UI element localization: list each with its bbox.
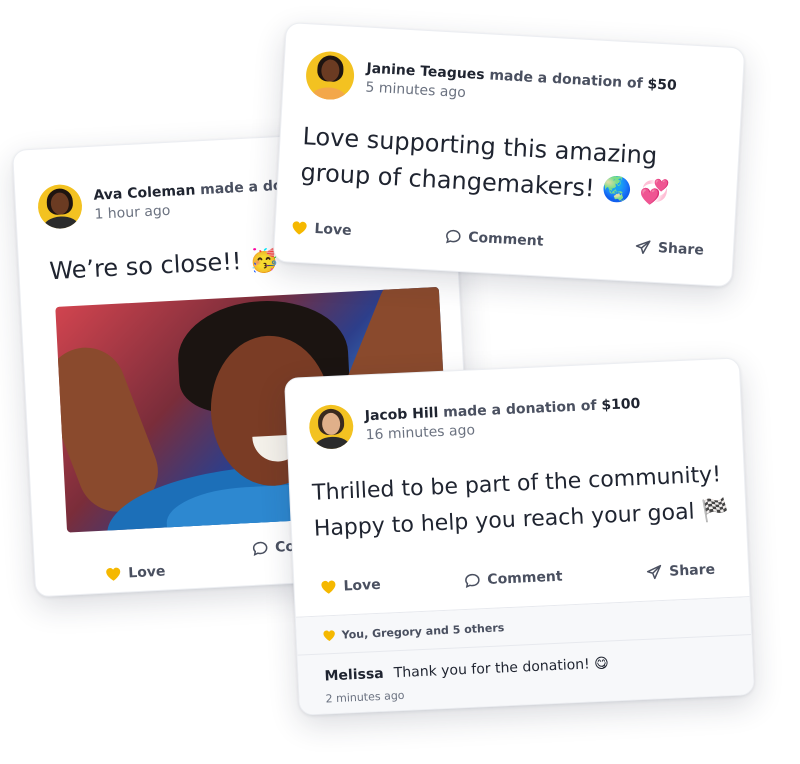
love-button[interactable]: Love bbox=[291, 220, 352, 239]
share-button[interactable]: Share bbox=[635, 239, 705, 259]
donation-amount: $50 bbox=[647, 75, 678, 94]
comment-button[interactable]: Comment bbox=[464, 569, 563, 589]
speech-bubble-icon bbox=[252, 541, 268, 556]
share-label: Share bbox=[668, 561, 716, 580]
post-card-jacob: Jacob Hill made a donation of $100 16 mi… bbox=[284, 357, 755, 716]
paper-plane-icon bbox=[646, 564, 662, 580]
comment-label: Comment bbox=[467, 229, 544, 250]
post-message: We’re so close!! 🥳 bbox=[48, 245, 280, 286]
love-label: Love bbox=[127, 563, 166, 582]
share-label: Share bbox=[657, 240, 705, 259]
speech-bubble-icon bbox=[446, 229, 461, 244]
avatar[interactable] bbox=[304, 50, 356, 101]
avatar[interactable] bbox=[308, 403, 355, 450]
heart-icon bbox=[323, 630, 335, 641]
heart-icon bbox=[321, 580, 336, 594]
love-button[interactable]: Love bbox=[320, 577, 381, 596]
likes-others: 5 others bbox=[452, 621, 505, 637]
heart-icon bbox=[292, 221, 307, 235]
comment-button[interactable]: Comment bbox=[445, 228, 544, 250]
speech-bubble-icon bbox=[465, 573, 480, 589]
comment-label: Comment bbox=[487, 568, 563, 588]
donation-amount: $100 bbox=[601, 395, 641, 414]
paper-plane-icon bbox=[635, 240, 651, 255]
heart-icon bbox=[106, 567, 121, 581]
donor-name[interactable]: Jacob Hill bbox=[364, 405, 438, 424]
donor-name[interactable]: Ava Coleman bbox=[93, 182, 196, 203]
comment-author[interactable]: Melissa bbox=[324, 666, 384, 685]
love-label: Love bbox=[314, 220, 353, 239]
love-button[interactable]: Love bbox=[105, 564, 166, 583]
post-card-janine: Janine Teagues made a donation of $50 5 … bbox=[272, 22, 746, 288]
love-label: Love bbox=[343, 576, 382, 595]
share-button[interactable]: Share bbox=[646, 561, 716, 581]
likes-and: and bbox=[425, 623, 450, 638]
avatar[interactable] bbox=[36, 183, 84, 230]
